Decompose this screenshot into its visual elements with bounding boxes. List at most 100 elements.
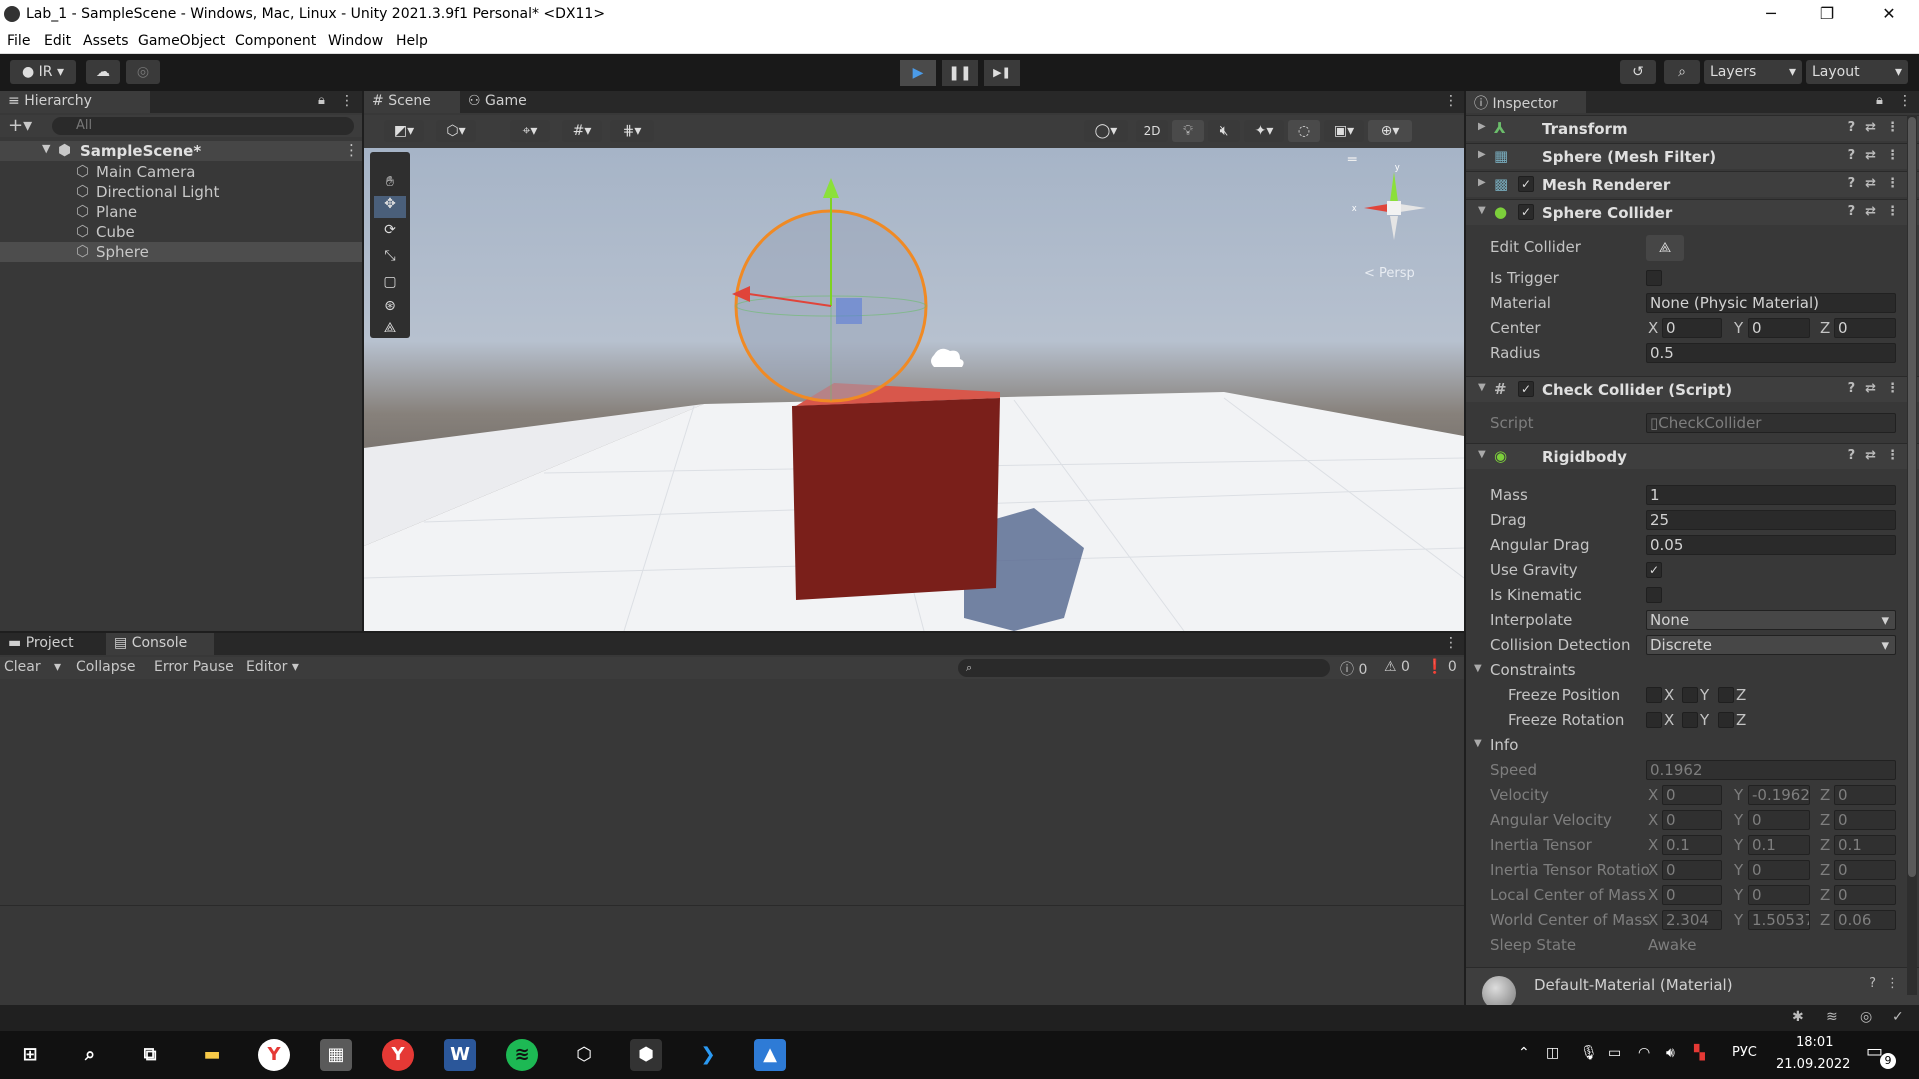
drag-field[interactable]: 25 (1646, 510, 1896, 530)
use-gravity-checkbox[interactable]: ✓ (1646, 562, 1662, 578)
enabled-checkbox[interactable]: ✓ (1518, 381, 1534, 397)
clock-date[interactable]: 21.09.2022 (1776, 1057, 1850, 1072)
gizmos-icon[interactable]: ⊕▾ (1368, 120, 1412, 142)
rigidbody-header[interactable]: ▼ ◉ Rigidbody ?⇄⋮ (1466, 443, 1919, 469)
constraints-row[interactable]: ▼ Constraints (1466, 660, 1906, 680)
debug-icon[interactable]: ✱ (1792, 1009, 1804, 1025)
tab-inspector[interactable]: ⓘ Inspector (1466, 91, 1586, 113)
scene-viewport[interactable]: ✋︎ ✥ ⟳ ⤡ ▢ ⊛ ⟁ y x < Persp ═ (364, 148, 1464, 631)
collapse-button[interactable]: Collapse (76, 659, 136, 675)
kebab-menu-icon[interactable]: ⋮ (340, 93, 354, 109)
expand-arrow-icon[interactable]: ▼ (42, 142, 50, 155)
menu-edit[interactable]: Edit (44, 33, 71, 49)
overlay-menu-icon[interactable]: ═ (1348, 152, 1356, 168)
error-count-badge[interactable]: ❗ 0 (1426, 659, 1457, 675)
orientation-gizmo[interactable]: y x (1344, 158, 1444, 268)
wifi-icon[interactable]: ◠ (1638, 1045, 1650, 1061)
error-pause-button[interactable]: Error Pause (154, 659, 234, 675)
scale-tool-icon[interactable]: ⤡ (374, 248, 406, 268)
windows-start-icon[interactable]: ⊞ (14, 1039, 46, 1071)
hierarchy-search-input[interactable]: All (52, 117, 354, 135)
freeze-rot-x-checkbox[interactable] (1646, 712, 1662, 728)
maximize-button[interactable]: ❐ (1799, 0, 1855, 30)
menu-file[interactable]: File (7, 33, 30, 49)
kebab-menu-icon[interactable]: ⋮ (1444, 635, 1458, 651)
center-x-field[interactable]: 0 (1662, 318, 1722, 338)
microphone-icon[interactable]: 🎙︎ (1580, 1045, 1598, 1061)
search-icon[interactable]: ⌕ (1664, 60, 1700, 84)
hand-tool-icon[interactable]: ✋︎ (374, 174, 406, 194)
freeze-pos-x-checkbox[interactable] (1646, 687, 1662, 703)
radius-field[interactable]: 0.5 (1646, 343, 1896, 363)
battery-icon[interactable]: ▭ (1608, 1045, 1621, 1061)
script-field[interactable]: ▯CheckCollider (1646, 413, 1896, 433)
mesh-filter-header[interactable]: ▶ ▦ Sphere (Mesh Filter) ?⇄⋮ (1466, 143, 1919, 169)
menu-assets[interactable]: Assets (83, 33, 129, 49)
clock-time[interactable]: 18:01 (1796, 1035, 1833, 1050)
scene-root-row[interactable]: ▼ ⬢ SampleScene* ⋮ (0, 141, 362, 161)
component-actions-icon[interactable]: ?⇄⋮ (1848, 204, 1909, 219)
component-actions-icon[interactable]: ?⇄⋮ (1848, 448, 1909, 463)
layout-dropdown[interactable]: Layout ▾ (1806, 60, 1908, 84)
menu-help[interactable]: Help (396, 33, 428, 49)
component-actions-icon[interactable]: ?⇄⋮ (1848, 176, 1909, 191)
center-y-field[interactable]: 0 (1748, 318, 1810, 338)
webcam-icon[interactable]: ◫ (1546, 1045, 1559, 1061)
hidden-objects-icon[interactable]: ◌ (1288, 120, 1320, 142)
scene-menu-icon[interactable]: ⋮ (344, 141, 359, 159)
custom-tool-icon[interactable]: ⟁ (374, 320, 406, 338)
tab-scene[interactable]: # Scene (364, 91, 460, 113)
menu-gameobject[interactable]: GameObject (138, 33, 225, 49)
collapse-arrow-icon[interactable]: ▼ (1474, 663, 1482, 674)
notification-app-icon[interactable]: ▚ (1694, 1045, 1705, 1061)
collapse-arrow-icon[interactable]: ▼ (1478, 382, 1486, 393)
add-icon[interactable]: +▾ (8, 115, 32, 136)
file-explorer-icon[interactable]: ▬ (196, 1039, 228, 1071)
yandex-icon[interactable]: Y (382, 1039, 414, 1071)
cache-icon[interactable]: ≋ (1826, 1009, 1838, 1025)
effects-icon[interactable]: ✦▾ (1244, 120, 1284, 142)
tab-console[interactable]: ▤ Console (106, 633, 214, 655)
list-item[interactable]: ⬡ Plane (0, 202, 362, 222)
freeze-pos-y-checkbox[interactable] (1682, 687, 1698, 703)
lock-icon[interactable]: 🔒︎ (1876, 93, 1883, 108)
mass-field[interactable]: 1 (1646, 485, 1896, 505)
render-mode-icon[interactable]: ⬡▾ (436, 120, 476, 142)
search-icon[interactable]: ⌕ (74, 1039, 106, 1071)
account-dropdown[interactable]: ● IR ▾ (10, 60, 76, 84)
center-z-field[interactable]: 0 (1834, 318, 1896, 338)
shading-icon[interactable]: ◯▾ (1084, 120, 1128, 142)
collapse-arrow-icon[interactable]: ▼ (1474, 738, 1482, 749)
draw-mode-icon[interactable]: ◩▾ (384, 120, 424, 142)
transform-header[interactable]: ▶ ⅄ Transform ?⇄⋮ (1466, 115, 1919, 141)
photos-icon[interactable]: ▲ (754, 1039, 786, 1071)
collab-icon[interactable]: ◎ (126, 60, 160, 84)
language-indicator[interactable]: РУС (1732, 1045, 1757, 1060)
tray-arrow-icon[interactable]: ⌃ (1518, 1045, 1530, 1061)
rect-tool-icon[interactable]: ▢ (374, 274, 406, 294)
interpolate-dropdown[interactable]: None ▾ (1646, 610, 1896, 630)
sphere-collider-header[interactable]: ▼ ● ✓ Sphere Collider ?⇄⋮ (1466, 199, 1919, 225)
word-icon[interactable]: W (444, 1039, 476, 1071)
expand-arrow-icon[interactable]: ▶ (1478, 149, 1486, 160)
unity-hub-icon[interactable]: ⬡ (568, 1039, 600, 1071)
audio-icon[interactable]: 🔇︎ (1208, 120, 1240, 142)
mode-2d-button[interactable]: 2D (1136, 120, 1168, 142)
task-view-icon[interactable]: ⧉ (134, 1039, 166, 1071)
material-field[interactable]: None (Physic Material) (1646, 293, 1896, 313)
list-item[interactable]: ⬡ Cube (0, 222, 362, 242)
spotify-icon[interactable]: ≋ (506, 1039, 538, 1071)
list-item[interactable]: ⬡ Directional Light (0, 182, 362, 202)
component-actions-icon[interactable]: ?⇄⋮ (1848, 381, 1909, 396)
enabled-checkbox[interactable]: ✓ (1518, 176, 1534, 192)
step-button[interactable]: ▶❚ (984, 60, 1020, 86)
volume-icon[interactable]: 🔊︎ (1666, 1045, 1675, 1061)
check-collider-header[interactable]: ▼ # ✓ Check Collider (Script) ?⇄⋮ (1466, 376, 1919, 402)
freeze-rot-y-checkbox[interactable] (1682, 712, 1698, 728)
list-item-selected[interactable]: ⬡ Sphere (0, 242, 362, 262)
enabled-checkbox[interactable]: ✓ (1518, 204, 1534, 220)
vscode-icon[interactable]: ❯ (692, 1039, 724, 1071)
history-icon[interactable]: ↺ (1620, 60, 1656, 84)
material-section[interactable]: Default-Material (Material) ?⋮ (1466, 967, 1919, 1010)
increment-snap-icon[interactable]: ⋕▾ (610, 120, 654, 142)
